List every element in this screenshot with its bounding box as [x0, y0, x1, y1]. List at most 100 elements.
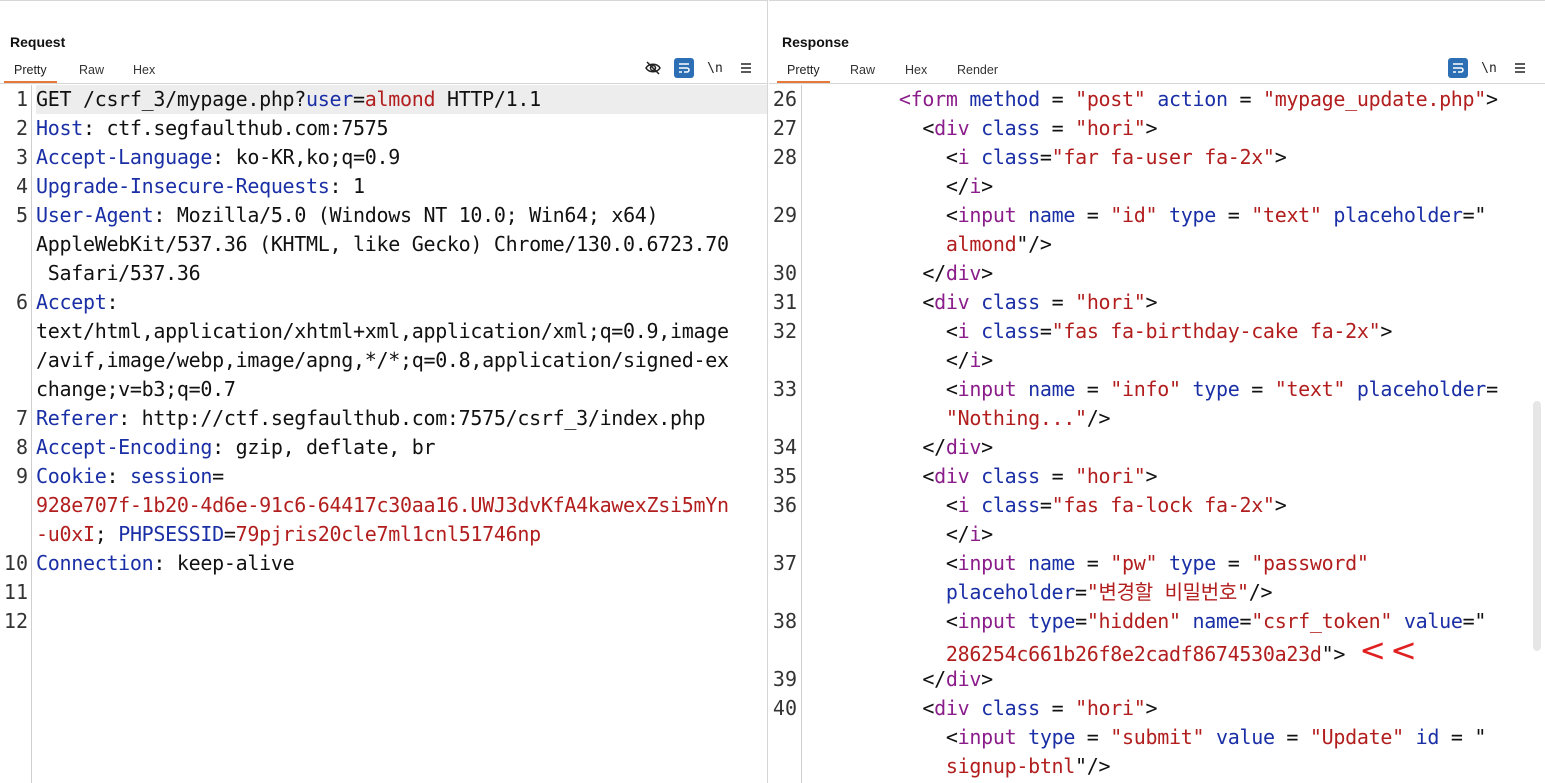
request-editor[interactable]: 1 2 3 4 5 6 7 8 9 10 11 12 GET /csrf_3/mypage.php?u…	[0, 85, 767, 783]
line-number	[0, 259, 28, 288]
code-token: 286254c661b26f8e2cadf8674530a23d	[805, 642, 1322, 666]
code-token: /avif,image/webp,image/apng,*/*;q=0.8,ap…	[36, 348, 729, 372]
code-line[interactable]: Upgrade-Insecure-Requests: 1	[36, 172, 767, 201]
code-token: class	[981, 116, 1040, 140]
newline-button[interactable]: \n	[1479, 58, 1499, 78]
code-line[interactable]: Host: ctf.segfaulthub.com:7575	[36, 114, 767, 143]
code-token: =	[1039, 290, 1076, 314]
code-line[interactable]	[36, 578, 767, 607]
line-number	[0, 491, 28, 520]
code-token: GET /csrf_3/mypage.php?	[36, 87, 307, 111]
code-token: =	[1075, 725, 1111, 749]
code-token: div	[945, 261, 982, 285]
tab-raw[interactable]: Raw	[850, 63, 875, 77]
code-token: method	[969, 87, 1040, 111]
code-token: change;v=b3;q=0.7	[36, 377, 236, 401]
line-number: 35	[772, 464, 797, 488]
code-token: >	[1274, 145, 1287, 169]
menu-button[interactable]	[1510, 58, 1530, 78]
code-line[interactable]	[36, 607, 767, 636]
wrap-button[interactable]	[1448, 58, 1468, 78]
code-line[interactable]: </div>	[805, 259, 1545, 288]
code-line[interactable]: </div>	[805, 433, 1545, 462]
wrap-button[interactable]	[674, 58, 694, 78]
code-token: class	[981, 319, 1040, 343]
code-line[interactable]: <form method = "post" action = "mypage_u…	[805, 85, 1545, 114]
code-token: >	[1145, 464, 1158, 488]
code-token: <	[805, 203, 958, 227]
code-token: =	[1039, 319, 1052, 343]
code-token: "변경할 비밀번호"	[1086, 580, 1249, 604]
line-number: 3	[15, 145, 28, 169]
code-line[interactable]: Accept-Language: ko-KR,ko;q=0.9	[36, 143, 767, 172]
code-line[interactable]: </i>	[805, 172, 1545, 201]
code-line[interactable]: change;v=b3;q=0.7	[36, 375, 767, 404]
code-line[interactable]: </i>	[805, 346, 1545, 375]
tab-render[interactable]: Render	[957, 63, 998, 77]
response-editor[interactable]: 26 27 28 29 30 31 32 33 34 35 36 37 38 39 40 <form met…	[769, 85, 1545, 783]
code-line[interactable]: <div class = "hori">	[805, 114, 1545, 143]
code-line[interactable]: <input name = "info" type = "text" place…	[805, 375, 1545, 404]
code-line[interactable]: <i class="fas fa-birthday-cake fa-2x">	[805, 317, 1545, 346]
code-token: "hori"	[1075, 696, 1146, 720]
code-line[interactable]: <div class = "hori">	[805, 288, 1545, 317]
code-line[interactable]: placeholder="변경할 비밀번호"/>	[805, 578, 1545, 607]
code-token: name	[1180, 609, 1240, 633]
code-line[interactable]: Connection: keep-alive	[36, 549, 767, 578]
code-line[interactable]: Accept-Encoding: gzip, deflate, br	[36, 433, 767, 462]
newline-button[interactable]: \n	[705, 58, 725, 78]
code-token: "password"	[1251, 551, 1369, 575]
code-token: "hori"	[1075, 116, 1146, 140]
code-line[interactable]: <input type="hidden" name="csrf_token" v…	[805, 607, 1545, 636]
code-token: <	[805, 609, 958, 633]
code-line[interactable]: </div>	[805, 665, 1545, 694]
tab-pretty[interactable]: Pretty	[777, 63, 830, 83]
code-line[interactable]: "Nothing..."/>	[805, 404, 1545, 433]
line-number	[769, 520, 797, 549]
code-token: i	[969, 522, 982, 546]
code-token: name	[1028, 377, 1076, 401]
code-line[interactable]: <i class="fas fa-lock fa-2x">	[805, 491, 1545, 520]
hide-button[interactable]	[643, 58, 663, 78]
code-token: />	[1086, 406, 1111, 430]
code-line[interactable]: </i>	[805, 520, 1545, 549]
code-line[interactable]: -u0xI; PHPSESSID=79pjris20cle7ml1cnl5174…	[36, 520, 767, 549]
code-line[interactable]: AppleWebKit/537.36 (KHTML, like Gecko) C…	[36, 230, 767, 259]
line-number: 26	[772, 87, 797, 111]
code-line[interactable]: <input name = "id" type = "text" placeho…	[805, 201, 1545, 230]
code-token: "csrf_token"	[1251, 609, 1393, 633]
code-token: "/>	[1075, 754, 1111, 778]
code-line[interactable]: <div class = "hori">	[805, 462, 1545, 491]
code-line[interactable]: text/html,application/xhtml+xml,applicat…	[36, 317, 767, 346]
tab-raw[interactable]: Raw	[79, 63, 104, 77]
code-line[interactable]: User-Agent: Mozilla/5.0 (Windows NT 10.0…	[36, 201, 767, 230]
tab-pretty[interactable]: Pretty	[4, 63, 57, 83]
code-token: input	[957, 203, 1029, 227]
line-number: 4	[15, 174, 28, 198]
code-line[interactable]: Accept:	[36, 288, 767, 317]
code-line[interactable]: 928e707f-1b20-4d6e-91c6-64417c30aa16.UWJ…	[36, 491, 767, 520]
menu-button[interactable]	[736, 58, 756, 78]
code-token: ;	[94, 522, 119, 546]
code-line[interactable]: 286254c661b26f8e2cadf8674530a23d"> <<	[805, 634, 1545, 666]
code-line[interactable]: Cookie: session=	[36, 462, 767, 491]
code-line[interactable]: <i class="far fa-user fa-2x">	[805, 143, 1545, 172]
code-line[interactable]: GET /csrf_3/mypage.php?user=almond HTTP/…	[36, 85, 767, 114]
tab-hex[interactable]: Hex	[905, 63, 927, 77]
code-token: "hidden"	[1086, 609, 1181, 633]
code-token: >	[981, 261, 993, 285]
code-token: User-Agent	[36, 203, 154, 227]
code-line[interactable]: <input name = "pw" type = "password"	[805, 549, 1545, 578]
code-line[interactable]: /avif,image/webp,image/apng,*/*;q=0.8,ap…	[36, 346, 767, 375]
line-number: 31	[772, 290, 797, 314]
code-line[interactable]: <input type = "submit" value = "Update" …	[805, 723, 1545, 752]
code-line[interactable]: <div class = "hori">	[805, 694, 1545, 723]
code-token: =	[1075, 609, 1087, 633]
response-scrollbar[interactable]	[1533, 401, 1541, 651]
code-line[interactable]: almond"/>	[805, 230, 1545, 259]
code-token: =	[1075, 203, 1111, 227]
code-line[interactable]: Safari/537.36	[36, 259, 767, 288]
code-line[interactable]: signup-btnl"/>	[805, 752, 1545, 781]
tab-hex[interactable]: Hex	[133, 63, 155, 77]
code-line[interactable]: Referer: http://ctf.segfaulthub.com:7575…	[36, 404, 767, 433]
